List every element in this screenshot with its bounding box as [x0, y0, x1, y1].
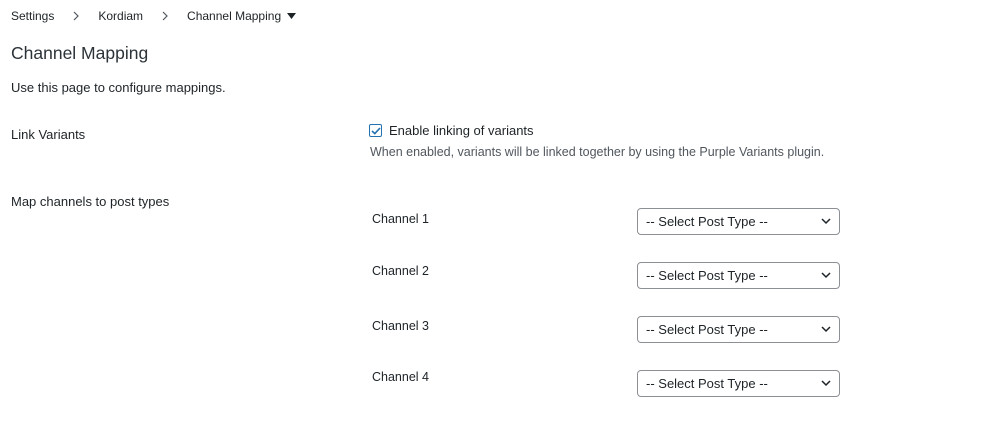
page-title: Channel Mapping [11, 43, 149, 63]
channel-3-label: Channel 3 [372, 319, 429, 333]
breadcrumb-current-dropdown[interactable]: Channel Mapping [187, 9, 297, 23]
select-value: -- Select Post Type -- [646, 322, 768, 337]
breadcrumb-current-label: Channel Mapping [187, 9, 282, 23]
enable-linking-checkbox-row[interactable]: Enable linking of variants [369, 123, 534, 138]
breadcrumb: Settings Kordiam Channel Mapping [11, 8, 297, 24]
chevron-down-icon [821, 326, 831, 333]
channel-1-post-type-select[interactable]: -- Select Post Type -- [637, 208, 840, 235]
chevron-right-icon [54, 8, 98, 24]
channel-4-label: Channel 4 [372, 370, 429, 384]
channel-1-label: Channel 1 [372, 212, 429, 226]
channel-2-post-type-select[interactable]: -- Select Post Type -- [637, 262, 840, 289]
channel-3-post-type-select[interactable]: -- Select Post Type -- [637, 316, 840, 343]
channel-4-post-type-select[interactable]: -- Select Post Type -- [637, 370, 840, 397]
map-channels-label: Map channels to post types [11, 194, 170, 209]
link-variants-label: Link Variants [11, 127, 86, 142]
chevron-right-icon [143, 8, 187, 24]
chevron-down-icon [821, 218, 831, 225]
chevron-down-icon [821, 272, 831, 279]
breadcrumb-kordiam[interactable]: Kordiam [98, 9, 143, 23]
page-description: Use this page to configure mappings. [11, 80, 226, 95]
breadcrumb-settings[interactable]: Settings [11, 9, 54, 23]
link-variants-help: When enabled, variants will be linked to… [370, 145, 825, 159]
select-value: -- Select Post Type -- [646, 214, 768, 229]
enable-linking-label: Enable linking of variants [389, 123, 534, 138]
enable-linking-checkbox[interactable] [369, 124, 382, 137]
select-value: -- Select Post Type -- [646, 268, 768, 283]
select-value: -- Select Post Type -- [646, 376, 768, 391]
chevron-down-icon [821, 380, 831, 387]
caret-down-icon [287, 13, 297, 19]
channel-2-label: Channel 2 [372, 264, 429, 278]
